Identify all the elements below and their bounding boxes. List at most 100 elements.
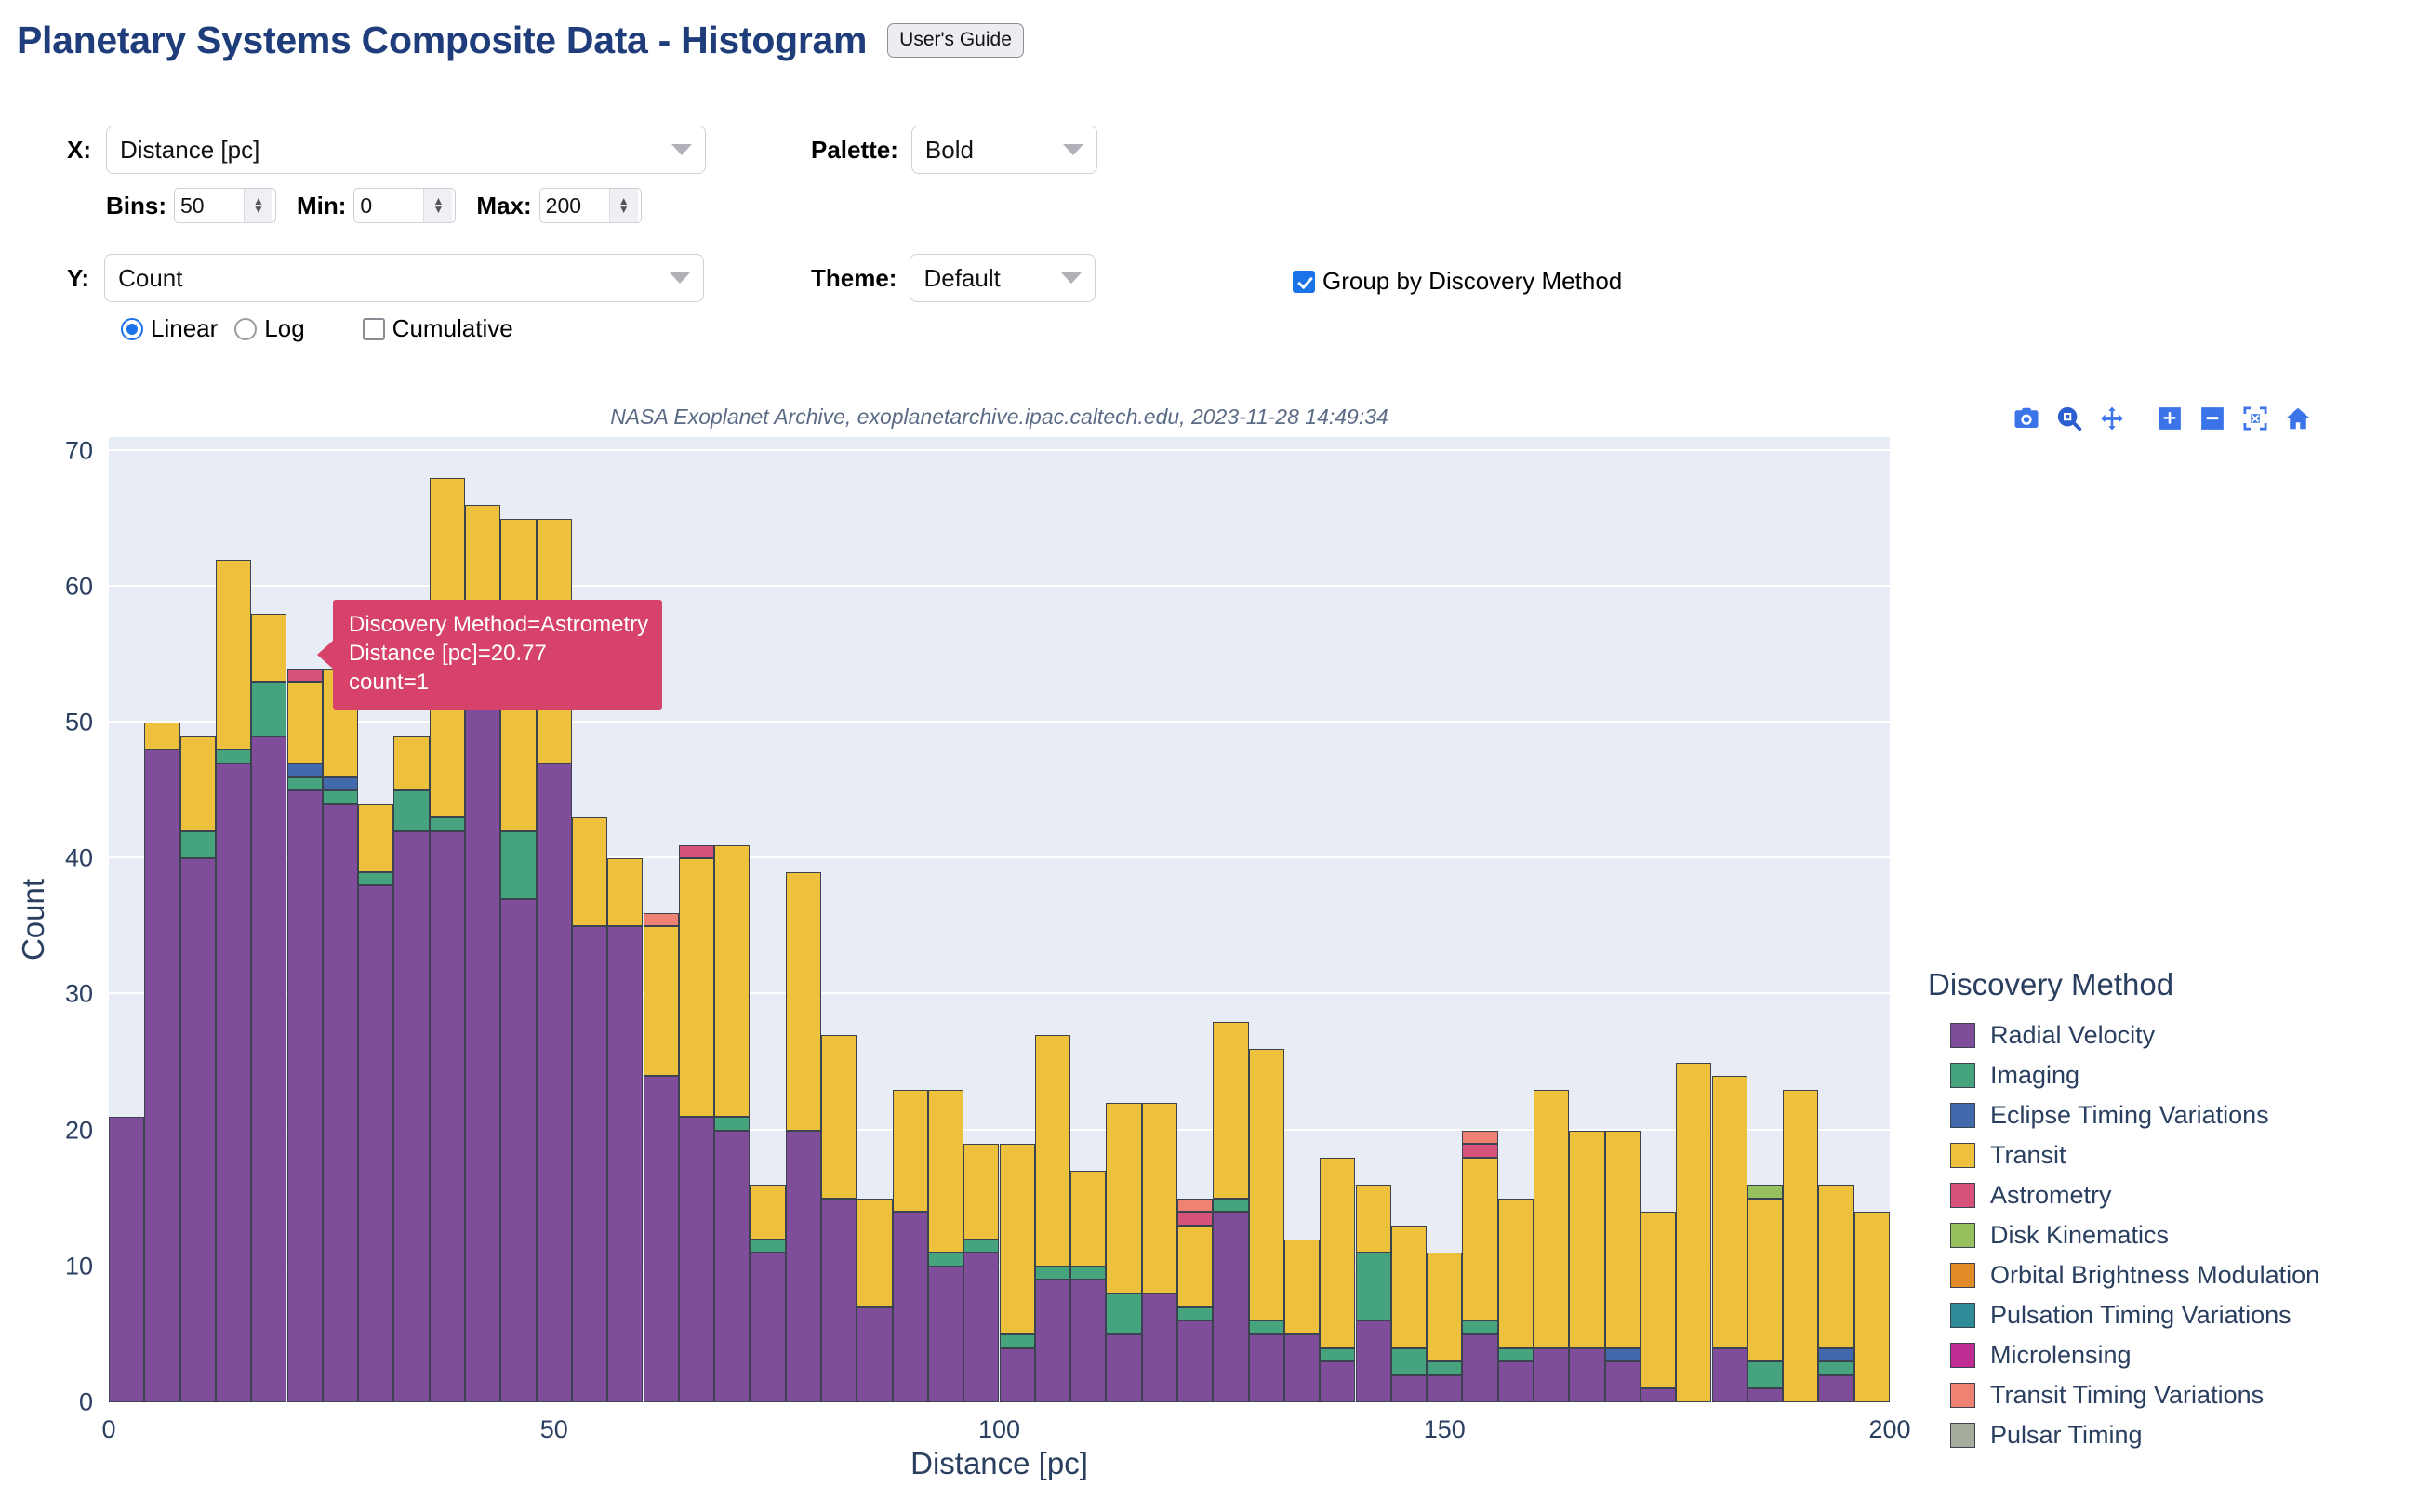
bar-segment[interactable] — [1818, 1374, 1854, 1402]
bar-segment[interactable] — [358, 803, 394, 872]
bins-input[interactable] — [175, 189, 244, 222]
bar-segment[interactable] — [1427, 1361, 1463, 1375]
bar-segment[interactable] — [571, 926, 608, 1402]
bar-segment[interactable] — [1711, 1076, 1747, 1348]
bar-segment[interactable] — [1640, 1212, 1677, 1389]
bar-segment[interactable] — [1283, 1239, 1321, 1334]
bar-segment[interactable] — [286, 763, 323, 777]
histogram-bar[interactable] — [1248, 437, 1284, 1402]
bar-segment[interactable] — [750, 1239, 786, 1253]
legend-item-pulsation-timing-variations[interactable]: Pulsation Timing Variations — [1928, 1295, 2411, 1335]
bar-segment[interactable] — [1534, 1347, 1570, 1402]
bar-segment[interactable] — [1747, 1361, 1784, 1389]
bar-segment[interactable] — [963, 1253, 1000, 1402]
histogram-bar[interactable] — [607, 437, 644, 1402]
histogram-bar[interactable] — [1390, 437, 1428, 1402]
legend-item-microlensing[interactable]: Microlensing — [1928, 1335, 2411, 1375]
histogram-bar[interactable] — [109, 437, 145, 1402]
cumulative-option[interactable]: Cumulative — [362, 314, 513, 343]
histogram-bar[interactable] — [1783, 437, 1819, 1402]
download-plot-icon[interactable] — [2005, 398, 2048, 439]
max-input[interactable] — [539, 189, 609, 222]
max-stepper[interactable]: ▲▼ — [538, 188, 642, 223]
histogram-bar[interactable] — [785, 437, 821, 1402]
bar-segment[interactable] — [286, 776, 323, 791]
bar-segment[interactable] — [1390, 1225, 1428, 1348]
bar-segment[interactable] — [1747, 1185, 1784, 1199]
histogram-bar[interactable] — [1070, 437, 1107, 1402]
histogram-bar[interactable] — [251, 437, 287, 1402]
bar-segment[interactable] — [750, 1185, 786, 1240]
bar-segment[interactable] — [750, 1253, 786, 1402]
bar-segment[interactable] — [714, 1117, 751, 1131]
users-guide-button[interactable]: User's Guide — [887, 23, 1024, 58]
bar-segment[interactable] — [999, 1333, 1035, 1348]
bar-segment[interactable] — [251, 682, 287, 736]
bar-segment[interactable] — [1177, 1225, 1214, 1307]
histogram-bar[interactable] — [821, 437, 857, 1402]
zoom-in-icon[interactable] — [2148, 398, 2191, 439]
histogram-bar[interactable] — [1818, 437, 1854, 1402]
bar-segment[interactable] — [714, 1130, 751, 1402]
bar-segment[interactable] — [1177, 1306, 1214, 1321]
bar-segment[interactable] — [286, 668, 323, 683]
bar-segment[interactable] — [179, 858, 216, 1402]
bar-segment[interactable] — [785, 1130, 821, 1402]
cumulative-checkbox[interactable] — [362, 317, 385, 340]
bar-segment[interactable] — [1462, 1320, 1498, 1334]
histogram-bar[interactable] — [1283, 437, 1321, 1402]
bar-segment[interactable] — [429, 830, 465, 1402]
bar-segment[interactable] — [785, 871, 821, 1131]
min-spinner[interactable]: ▲ ▼ — [423, 189, 453, 222]
histogram-bar[interactable] — [286, 437, 323, 1402]
bar-segment[interactable] — [678, 1117, 715, 1402]
bar-segment[interactable] — [429, 817, 465, 831]
bar-segment[interactable] — [1497, 1347, 1534, 1362]
zoom-box-icon[interactable] — [2048, 398, 2091, 439]
bar-segment[interactable] — [1497, 1198, 1534, 1348]
bar-segment[interactable] — [571, 817, 608, 927]
bar-segment[interactable] — [927, 1266, 964, 1402]
bar-segment[interactable] — [927, 1089, 964, 1253]
bar-segment[interactable] — [144, 749, 180, 1402]
bar-segment[interactable] — [678, 858, 715, 1117]
bar-segment[interactable] — [1320, 1157, 1356, 1348]
y-axis-select[interactable]: Count — [104, 254, 705, 302]
histogram-bar[interactable] — [714, 437, 751, 1402]
bar-segment[interactable] — [1070, 1280, 1107, 1402]
legend-item-disk-kinematics[interactable]: Disk Kinematics — [1928, 1215, 2411, 1255]
bar-segment[interactable] — [607, 926, 644, 1402]
histogram-bar[interactable] — [215, 437, 252, 1402]
histogram-bar[interactable] — [1427, 437, 1463, 1402]
min-stepper[interactable]: ▲▼ — [353, 188, 457, 223]
bar-segment[interactable] — [1569, 1130, 1605, 1348]
bar-segment[interactable] — [1427, 1253, 1463, 1362]
histogram-bar[interactable] — [1747, 437, 1784, 1402]
histogram-bar[interactable] — [1640, 437, 1677, 1402]
min-input[interactable] — [354, 189, 424, 222]
histogram-bar[interactable] — [643, 437, 679, 1402]
bar-segment[interactable] — [821, 1198, 857, 1402]
histogram-bar[interactable] — [999, 437, 1035, 1402]
group-by-checkbox[interactable] — [1293, 270, 1315, 293]
bar-segment[interactable] — [109, 1117, 145, 1402]
bar-segment[interactable] — [1783, 1089, 1819, 1402]
histogram-bar[interactable] — [1177, 437, 1214, 1402]
histogram-bar[interactable] — [536, 437, 572, 1402]
bar-segment[interactable] — [1747, 1388, 1784, 1402]
bar-segment[interactable] — [1462, 1130, 1498, 1145]
histogram-bar[interactable] — [179, 437, 216, 1402]
bar-segment[interactable] — [1818, 1347, 1854, 1362]
bar-segment[interactable] — [393, 736, 430, 791]
bar-segment[interactable] — [1141, 1293, 1177, 1402]
bar-segment[interactable] — [963, 1144, 1000, 1240]
bar-segment[interactable] — [1106, 1103, 1142, 1294]
log-option[interactable]: Log — [234, 314, 305, 343]
bar-segment[interactable] — [999, 1144, 1035, 1334]
legend-item-pulsar-timing[interactable]: Pulsar Timing — [1928, 1415, 2411, 1455]
bar-segment[interactable] — [251, 614, 287, 683]
bar-segment[interactable] — [322, 776, 359, 791]
bar-segment[interactable] — [1534, 1089, 1570, 1348]
legend-item-astrometry[interactable]: Astrometry — [1928, 1175, 2411, 1215]
zoom-out-icon[interactable] — [2191, 398, 2234, 439]
